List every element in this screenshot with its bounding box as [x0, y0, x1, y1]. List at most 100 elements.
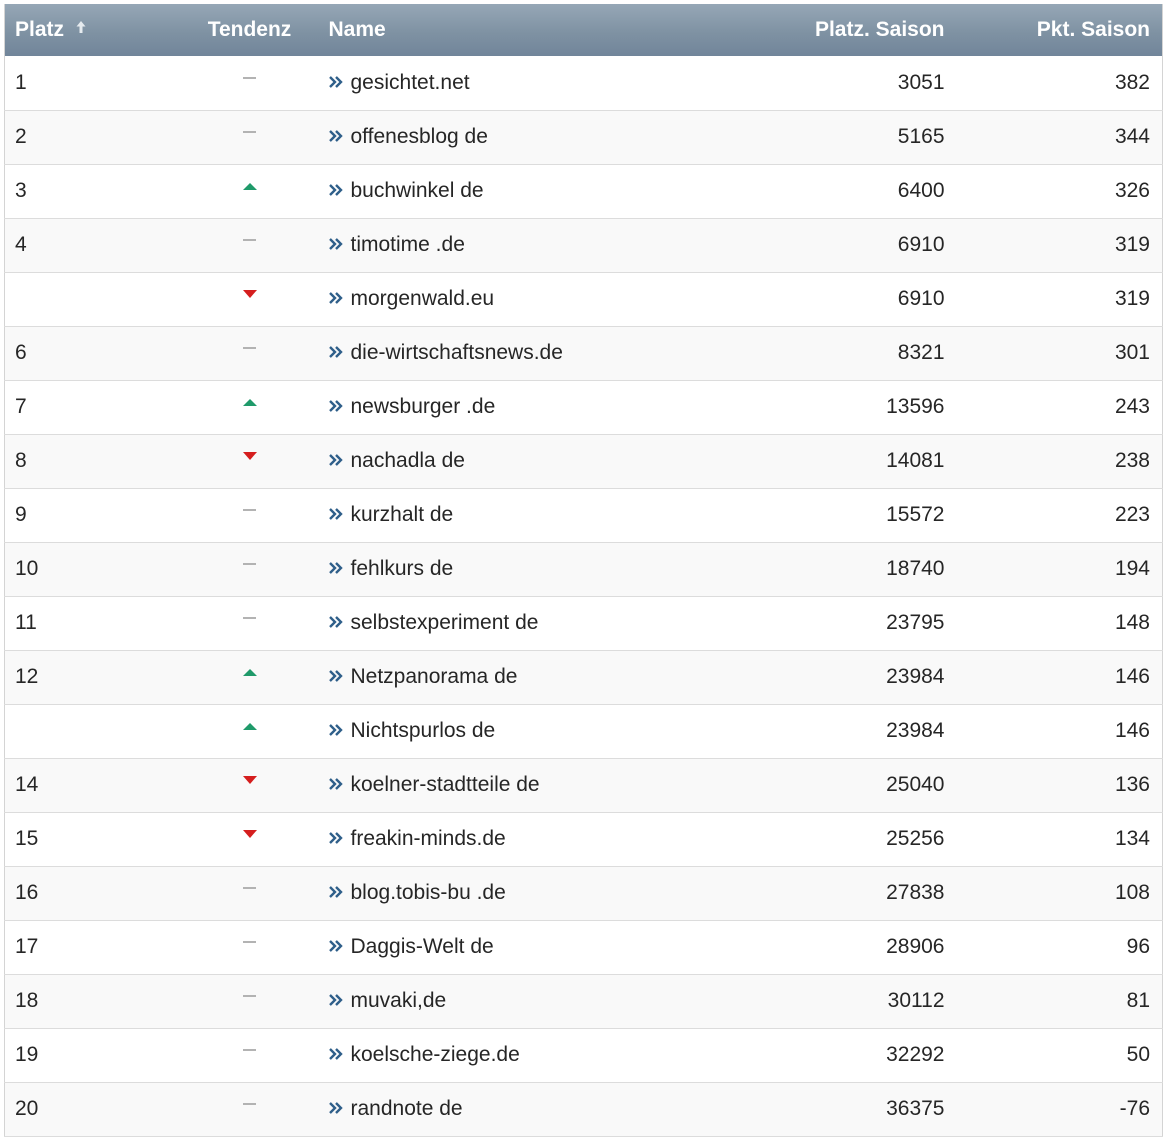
site-link[interactable]: blog.tobis-bu .de — [351, 881, 506, 904]
site-link[interactable]: buchwinkel de — [351, 179, 484, 202]
site-link[interactable]: Daggis-Welt de — [351, 935, 494, 958]
trend-cell — [175, 974, 325, 1028]
table-row: 18 muvaki,de 30112 81 — [4, 974, 1163, 1028]
name-cell: newsburger .de — [325, 380, 715, 434]
season-rank-cell: 32292 — [886, 1043, 945, 1066]
site-link[interactable]: fehlkurs de — [351, 557, 454, 580]
site-link[interactable]: morgenwald.eu — [351, 287, 495, 310]
site-link[interactable]: koelsche-ziege.de — [351, 1043, 520, 1066]
column-header-platz-label: Platz — [15, 18, 65, 41]
table-row: 11 selbstexperiment de 23795 148 — [4, 596, 1163, 650]
season-rank-cell: 15572 — [886, 503, 945, 526]
season-points-cell: 146 — [1114, 719, 1150, 742]
rank-cell — [5, 704, 175, 758]
site-link[interactable]: kurzhalt de — [351, 503, 454, 526]
trend-down-icon — [242, 830, 257, 839]
trend-cell — [175, 56, 325, 110]
season-rank-cell: 30112 — [887, 989, 945, 1012]
table-row: 12 Netzpanorama de 23984 146 — [4, 650, 1163, 704]
season-points-cell: 146 — [1114, 665, 1150, 688]
season-points-cell: 319 — [1114, 287, 1150, 310]
rank-cell: 6 — [15, 341, 27, 364]
site-link[interactable]: nachadla de — [351, 449, 465, 472]
trend-cell — [175, 1028, 325, 1082]
double-chevron-right-icon — [328, 341, 343, 365]
trend-cell — [175, 704, 325, 758]
header-row: Platz Tendenz Name Platz. Saison Pkt. Sa… — [4, 4, 1163, 56]
table-row: 7 newsburger .de 13596 243 — [4, 380, 1163, 434]
sort-up-arrow-icon[interactable] — [76, 16, 86, 40]
trend-cell — [175, 218, 325, 272]
site-link[interactable]: Netzpanorama de — [351, 665, 518, 688]
site-link[interactable]: offenesblog de — [351, 125, 488, 148]
name-cell: Netzpanorama de — [325, 650, 715, 704]
double-chevron-right-icon — [328, 773, 343, 797]
season-rank-cell: 6910 — [897, 233, 945, 256]
rank-cell: 16 — [15, 881, 39, 904]
double-chevron-right-icon — [328, 665, 343, 689]
trend-cell — [175, 812, 325, 866]
trend-cell — [175, 1082, 325, 1136]
season-rank-cell: 23984 — [886, 665, 945, 688]
site-link[interactable]: timotime .de — [351, 233, 465, 256]
double-chevron-right-icon — [328, 719, 343, 743]
season-points-cell: -76 — [1119, 1097, 1150, 1120]
trend-same-icon — [243, 509, 256, 512]
season-points-cell: 243 — [1114, 395, 1150, 418]
season-rank-cell: 25040 — [886, 773, 945, 796]
name-cell: die-wirtschaftsnews.de — [325, 326, 715, 380]
table-row: 3 buchwinkel de 6400 326 — [4, 164, 1163, 218]
rank-cell: 19 — [15, 1043, 39, 1066]
name-cell: morgenwald.eu — [325, 272, 715, 326]
season-rank-cell: 3051 — [897, 70, 945, 94]
rank-cell: 8 — [15, 449, 27, 472]
site-link[interactable]: gesichtet.net — [351, 71, 470, 94]
season-points-cell: 136 — [1114, 773, 1150, 796]
double-chevron-right-icon — [328, 935, 343, 959]
double-chevron-right-icon — [328, 71, 343, 95]
site-link[interactable]: randnote de — [351, 1097, 463, 1120]
table-row: 8 nachadla de 14081 238 — [4, 434, 1163, 488]
trend-cell — [175, 434, 325, 488]
site-link[interactable]: koelner-stadtteile de — [351, 773, 540, 796]
trend-up-icon — [242, 182, 257, 190]
site-link[interactable]: newsburger .de — [351, 395, 496, 418]
season-rank-cell: 13596 — [886, 395, 945, 418]
trend-cell — [175, 920, 325, 974]
site-link[interactable]: Nichtspurlos de — [351, 719, 496, 742]
trend-up-icon — [242, 668, 257, 676]
column-header-name[interactable]: Name — [325, 4, 715, 56]
column-header-platz-saison[interactable]: Platz. Saison — [715, 4, 963, 56]
table-row: 20 randnote de 36375 -76 — [4, 1082, 1163, 1136]
trend-same-icon — [243, 995, 256, 998]
trend-same-icon — [243, 347, 256, 350]
column-header-platz[interactable]: Platz — [5, 4, 175, 56]
table-body: 1 gesichtet.net 3051 382 2 offenesblog d… — [4, 56, 1163, 1136]
rank-cell — [5, 272, 175, 326]
trend-cell — [175, 650, 325, 704]
trend-cell — [175, 488, 325, 542]
rank-cell: 4 — [15, 233, 27, 256]
season-points-cell: 81 — [1126, 989, 1150, 1012]
trend-down-icon — [242, 452, 257, 461]
rank-cell: 20 — [15, 1097, 39, 1120]
rank-cell: 10 — [15, 557, 39, 580]
site-link[interactable]: die-wirtschaftsnews.de — [351, 341, 563, 364]
name-cell: blog.tobis-bu .de — [325, 866, 715, 920]
table-row: 6 die-wirtschaftsnews.de 8321 301 — [4, 326, 1163, 380]
season-rank-cell: 27838 — [886, 881, 945, 904]
table-row: 4 timotime .de 6910 319 — [4, 218, 1163, 272]
site-link[interactable]: selbstexperiment de — [351, 611, 539, 634]
season-rank-cell: 28906 — [886, 935, 945, 958]
double-chevron-right-icon — [328, 989, 343, 1013]
site-link[interactable]: muvaki,de — [351, 989, 447, 1012]
site-link[interactable]: freakin-minds.de — [351, 827, 506, 850]
rank-cell: 11 — [15, 611, 37, 634]
column-header-tendenz[interactable]: Tendenz — [175, 4, 325, 56]
double-chevron-right-icon — [328, 557, 343, 581]
name-cell: nachadla de — [325, 434, 715, 488]
trend-same-icon — [243, 941, 256, 944]
column-header-pkt-saison[interactable]: Pkt. Saison — [963, 4, 1163, 56]
trend-down-icon — [242, 776, 257, 785]
double-chevron-right-icon — [328, 125, 343, 149]
